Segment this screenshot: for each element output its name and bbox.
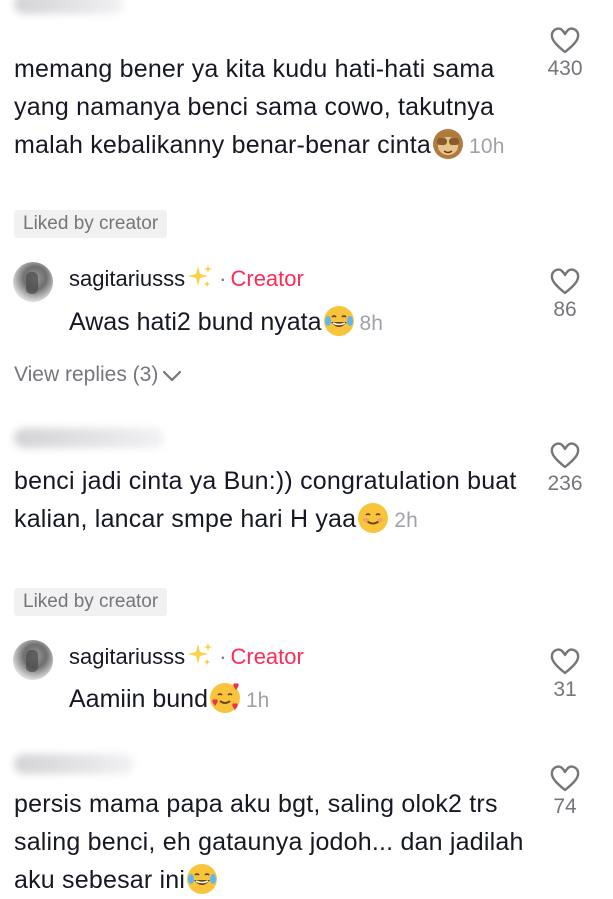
like-button[interactable]: 430 <box>535 25 595 82</box>
sparkles-icon <box>188 265 213 287</box>
like-count: 31 <box>553 678 577 701</box>
reply-body: Awas hati2 bund nyata <box>69 308 322 336</box>
reply-text: Aamiin bund 1h <box>69 682 269 718</box>
reply-username[interactable]: sagitariusss <box>69 266 185 291</box>
chevron-down-icon[interactable] <box>162 368 182 384</box>
liked-by-creator-badge: Liked by creator <box>14 588 168 616</box>
badge-label: Liked by creator <box>23 591 159 612</box>
blurred-username <box>14 0 124 14</box>
separator-dot: · <box>219 644 227 669</box>
reply-time: 8h <box>359 312 383 335</box>
sparkles-icon <box>188 643 213 665</box>
reply-like-button[interactable]: 31 <box>535 646 595 703</box>
creator-label: Creator <box>230 266 304 291</box>
blurred-username <box>14 428 164 448</box>
view-replies-button[interactable]: View replies (3) <box>14 360 182 390</box>
tears-of-joy-icon <box>323 306 354 336</box>
like-count: 430 <box>547 57 583 80</box>
smiling-face-with-hearts-icon <box>209 683 240 713</box>
like-count: 236 <box>547 472 583 495</box>
comment-text: benci jadi cinta ya Bun:)) congratulatio… <box>14 462 534 540</box>
heart-icon[interactable] <box>549 763 581 793</box>
heart-icon[interactable] <box>549 266 581 296</box>
comment-body: benci jadi cinta ya Bun:)) congratulatio… <box>14 467 517 533</box>
blurred-username <box>14 754 134 774</box>
heart-icon[interactable] <box>549 25 581 55</box>
reply-username[interactable]: sagitariusss <box>69 644 185 669</box>
reply-body: Aamiin bund <box>69 685 208 713</box>
creator-label: Creator <box>230 644 304 669</box>
separator-dot: · <box>219 266 227 291</box>
view-replies-label[interactable]: View replies (3) <box>14 363 158 386</box>
tears-of-joy-icon <box>187 864 218 894</box>
heart-icon[interactable] <box>549 440 581 470</box>
reply-text: Awas hati2 bund nyata 8h <box>69 305 383 341</box>
reply-time: 1h <box>245 689 270 712</box>
like-button[interactable]: 74 <box>535 763 595 820</box>
comment-time: 2h <box>394 509 419 532</box>
reply-header: sagitariusss · Creator <box>69 264 304 294</box>
comment-body: persis mama papa aku bgt, saling olok2 t… <box>14 790 524 894</box>
like-count: 86 <box>553 298 577 321</box>
reply-header: sagitariusss · Creator <box>69 642 304 672</box>
see-no-evil-monkey-icon <box>432 129 463 159</box>
avatar[interactable] <box>13 262 53 302</box>
comment-time: 10h <box>468 135 505 158</box>
avatar[interactable] <box>13 640 53 680</box>
heart-icon[interactable] <box>549 646 581 676</box>
comment-text: memang bener ya kita kudu hati-hati sama… <box>14 50 534 166</box>
smiling-face-icon <box>358 503 389 533</box>
reply-like-button[interactable]: 86 <box>535 266 595 323</box>
comment-body: memang bener ya kita kudu hati-hati sama… <box>14 55 495 159</box>
liked-by-creator-badge: Liked by creator <box>14 210 168 238</box>
like-button[interactable]: 236 <box>535 440 595 497</box>
badge-label: Liked by creator <box>23 213 159 234</box>
like-count: 74 <box>553 795 577 818</box>
comment-text: persis mama papa aku bgt, saling olok2 t… <box>14 785 534 899</box>
